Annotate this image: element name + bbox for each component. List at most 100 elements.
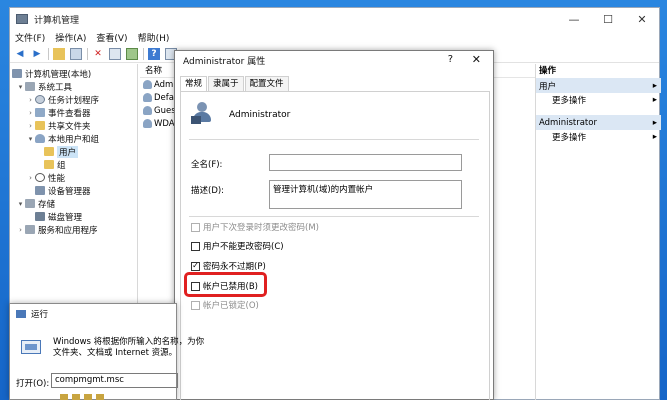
menu-file[interactable]: 文件(F): [10, 31, 50, 44]
tree-item-task-scheduler[interactable]: › 任务计划程序: [10, 93, 137, 106]
administrator-properties-dialog: Administrator 属性 ? ✕ 常规 隶属于 配置文件 Adminis…: [174, 50, 494, 400]
dialog-close-button[interactable]: ✕: [472, 53, 481, 66]
description-label: 描述(D):: [191, 186, 225, 196]
maximize-button[interactable]: ☐: [591, 8, 625, 30]
computer-management-icon: [16, 14, 28, 24]
checkbox-box[interactable]: [191, 241, 200, 251]
expand-toggle-icon[interactable]: ▾: [16, 200, 25, 208]
expand-toggle-icon[interactable]: ›: [26, 122, 35, 130]
collapse-arrow-icon[interactable]: ▸: [653, 81, 657, 91]
window-title: 计算机管理: [34, 15, 80, 26]
run-titlebar[interactable]: 运行: [10, 304, 176, 323]
general-tab-panel: Administrator 全名(F): 描述(D): 管理计算机(域)的内置帐…: [180, 91, 490, 400]
tab-general[interactable]: 常规: [180, 76, 208, 92]
expand-toggle-icon[interactable]: ›: [26, 174, 35, 182]
actions-section-administrator[interactable]: Administrator ▸: [536, 115, 661, 130]
show-tree-icon[interactable]: [70, 47, 82, 60]
checkbox-label: 密码永不过期(P): [203, 262, 266, 272]
expand-toggle-icon[interactable]: ›: [26, 109, 35, 117]
tree-item-label: 存储: [38, 199, 56, 210]
tree-item-local-users-groups[interactable]: ▾ 本地用户和组: [10, 132, 137, 145]
shield-icon: [72, 394, 80, 400]
tree-item-services-apps[interactable]: › 服务和应用程序: [10, 223, 137, 236]
checkbox-box-checked[interactable]: ✓: [191, 261, 200, 271]
forward-arrow-icon[interactable]: ▶: [31, 48, 43, 60]
tree-item-device-manager[interactable]: 设备管理器: [10, 184, 137, 197]
delete-icon[interactable]: ✕: [92, 48, 104, 60]
run-description-line: 文件夹、文档或 Internet 资源。: [53, 348, 178, 358]
refresh-icon[interactable]: [126, 47, 138, 60]
tree-item-label: 任务计划程序: [48, 95, 100, 106]
shield-icon: [60, 394, 68, 400]
tree-item-label: 性能: [48, 173, 66, 184]
disk-icon: [35, 212, 45, 221]
checkbox-account-locked[interactable]: 帐户已锁定(O): [191, 299, 259, 311]
expand-toggle-icon[interactable]: ›: [26, 96, 35, 104]
menu-bar: 文件(F) 操作(A) 查看(V) 帮助(H): [10, 30, 659, 45]
run-window-icon: [21, 340, 41, 354]
submenu-arrow-icon: ▸: [652, 132, 657, 142]
device-manager-icon: [35, 186, 45, 195]
fullname-field[interactable]: [269, 154, 462, 171]
list-item-label: Defa: [154, 92, 174, 103]
section-title: 用户: [539, 81, 557, 92]
back-arrow-icon[interactable]: ◀: [14, 48, 26, 60]
red-highlight-box: [184, 272, 267, 297]
menu-view[interactable]: 查看(V): [91, 31, 132, 44]
shield-icon: [96, 394, 104, 400]
checkbox-box[interactable]: [191, 300, 200, 310]
run-title: 运行: [31, 309, 49, 320]
tree-item-shared-folders[interactable]: › 共享文件夹: [10, 119, 137, 132]
open-input[interactable]: compmgmt.msc: [51, 373, 178, 388]
properties-icon[interactable]: [109, 47, 121, 60]
tree-item-label: 磁盘管理: [48, 212, 83, 223]
collapse-arrow-icon[interactable]: ▸: [653, 118, 657, 128]
tree-item-storage[interactable]: ▾ 存储: [10, 197, 137, 210]
checkbox-must-change-password[interactable]: 用户下次登录时须更改密码(M): [191, 221, 319, 233]
description-field[interactable]: 管理计算机(域)的内置帐户: [269, 180, 462, 209]
fullname-label: 全名(F):: [191, 160, 223, 170]
tree-item-label: 事件查看器: [48, 108, 91, 119]
tree-item-label: 组: [57, 160, 66, 171]
action-more-actions[interactable]: 更多操作 ▸: [536, 93, 661, 107]
tree-item-label: 服务和应用程序: [38, 225, 98, 236]
tree-item-system-tools[interactable]: ▾ 系统工具: [10, 80, 137, 93]
expand-toggle-icon[interactable]: ▾: [26, 135, 35, 143]
list-item-label: WDA: [154, 118, 175, 129]
tree-item-disk-management[interactable]: 磁盘管理: [10, 210, 137, 223]
menu-help[interactable]: 帮助(H): [133, 31, 175, 44]
checkbox-cannot-change-password[interactable]: 用户不能更改密码(C): [191, 240, 284, 252]
users-icon: [35, 134, 45, 143]
minimize-button[interactable]: —: [557, 8, 591, 30]
tree-item-performance[interactable]: › 性能: [10, 171, 137, 184]
user-icon: [143, 93, 152, 102]
dialog-titlebar[interactable]: Administrator 属性 ? ✕: [175, 51, 493, 70]
run-description-line: Windows 将根据你所输入的名称，为你: [53, 337, 205, 347]
tree-item-label: 用户: [57, 145, 79, 158]
up-folder-icon[interactable]: [53, 47, 65, 60]
help-button[interactable]: ?: [448, 54, 453, 65]
expand-toggle-icon[interactable]: ›: [16, 226, 25, 234]
tree-item-label: 计算机管理(本地): [25, 69, 92, 80]
tree-item-groups[interactable]: 组: [10, 158, 137, 171]
list-item-label: Gues: [154, 105, 176, 116]
menu-action[interactable]: 操作(A): [50, 31, 91, 44]
folder-icon: [44, 147, 54, 156]
checkbox-password-never-expires[interactable]: ✓ 密码永不过期(P): [191, 260, 266, 272]
tab-profile[interactable]: 配置文件: [244, 76, 289, 91]
window-controls: — ☐ ✕: [557, 8, 659, 30]
checkbox-box[interactable]: [191, 222, 200, 232]
toolbar-separator: [143, 47, 144, 60]
tab-member-of[interactable]: 隶属于: [208, 76, 244, 91]
help-icon[interactable]: ?: [148, 47, 160, 60]
tree-item-computer-management[interactable]: 计算机管理(本地): [10, 67, 137, 80]
clock-icon: [35, 95, 45, 104]
actions-section-users[interactable]: 用户 ▸: [536, 78, 661, 93]
expand-toggle-icon[interactable]: ▾: [16, 83, 25, 91]
user-icon: [143, 119, 152, 128]
action-more-actions[interactable]: 更多操作 ▸: [536, 130, 661, 144]
close-button[interactable]: ✕: [625, 8, 659, 30]
storage-icon: [25, 199, 35, 208]
tree-item-users[interactable]: 用户: [10, 145, 137, 158]
tree-item-event-viewer[interactable]: › 事件查看器: [10, 106, 137, 119]
